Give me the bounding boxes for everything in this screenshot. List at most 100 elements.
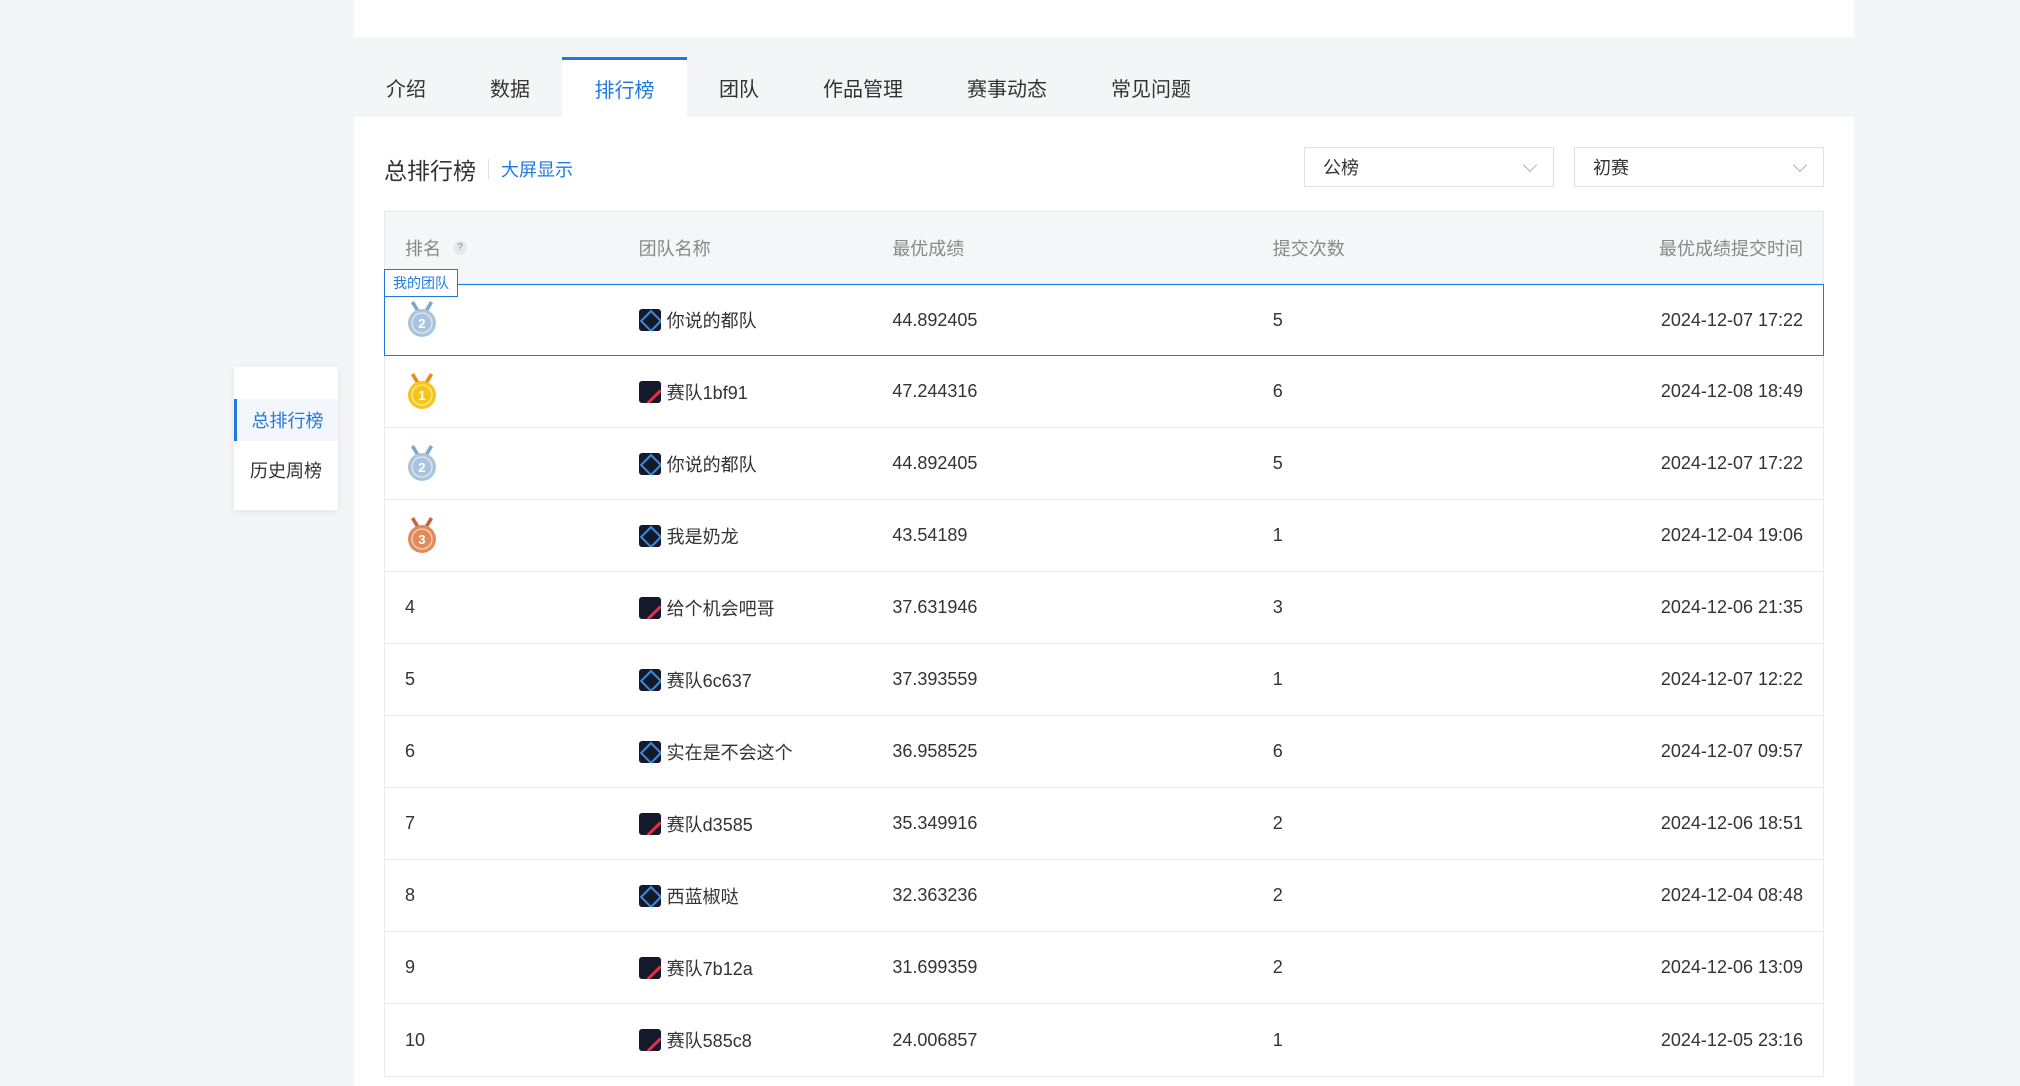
team-avatar — [638, 668, 661, 691]
team-name[interactable]: 赛队1bf91 — [667, 379, 748, 405]
team-avatar — [638, 524, 661, 547]
table-row[interactable]: 9 赛队7b12a 31.699359 2 2024-12-06 13:09 — [385, 932, 1823, 1004]
team-avatar — [638, 740, 661, 763]
submissions-cell: 5 — [1272, 453, 1283, 473]
page-title: 总排行榜 — [384, 158, 476, 184]
submissions-cell: 5 — [1272, 309, 1283, 330]
side-item-history-weekly[interactable]: 历史周榜 — [234, 449, 338, 491]
table-row[interactable]: 2 你说的都队 44.892405 5 2024-12-07 17:22 — [385, 428, 1823, 500]
team-avatar — [638, 812, 661, 835]
rank-number: 10 — [405, 1029, 426, 1050]
rank-cell: 8 — [385, 885, 639, 906]
score-cell: 47.244316 — [892, 381, 978, 401]
team-cell: 赛队6c637 — [638, 667, 893, 693]
team-avatar — [638, 380, 661, 403]
tab-news[interactable]: 赛事动态 — [935, 57, 1079, 117]
table-row[interactable]: 3 我是奶龙 43.54189 1 2024-12-04 19:06 — [385, 500, 1823, 572]
tab-leaderboard[interactable]: 排行榜 — [562, 57, 687, 117]
rank-cell: 6 — [385, 741, 639, 762]
team-avatar — [638, 1029, 661, 1051]
table-row[interactable]: 7 赛队d3585 35.349916 2 2024-12-06 18:51 — [385, 788, 1823, 860]
silver-medal-icon: 2 — [405, 301, 439, 339]
score-cell: 35.349916 — [892, 813, 978, 833]
score-cell: 43.54189 — [892, 525, 968, 545]
stage-select-value: 初赛 — [1593, 158, 1629, 178]
team-name[interactable]: 赛队d3585 — [667, 811, 753, 837]
side-item-overall[interactable]: 总排行榜 — [234, 399, 338, 441]
table-row[interactable]: 5 赛队6c637 37.393559 1 2024-12-07 12:22 — [385, 644, 1823, 716]
team-cell: 赛队7b12a — [638, 955, 893, 981]
table-row[interactable]: 10 赛队585c8 24.006857 1 2024-12-05 23:16 — [385, 1004, 1823, 1076]
bronze-medal-icon: 3 — [405, 516, 439, 555]
col-rank-label: 排名 — [405, 238, 441, 259]
score-cell: 32.363236 — [892, 885, 978, 905]
score-cell: 24.006857 — [892, 1029, 978, 1050]
svg-text:1: 1 — [418, 388, 425, 403]
chevron-down-icon — [1792, 157, 1808, 172]
time-cell: 2024-12-04 19:06 — [1660, 525, 1804, 545]
side-menu: 总排行榜 历史周榜 — [234, 367, 338, 510]
time-cell: 2024-12-07 17:22 — [1660, 453, 1804, 473]
team-name[interactable]: 你说的都队 — [667, 307, 757, 333]
team-cell: 实在是不会这个 — [638, 739, 893, 765]
team-name[interactable]: 赛队6c637 — [667, 667, 752, 693]
team-avatar — [638, 309, 661, 331]
table-row[interactable]: 6 实在是不会这个 36.958525 6 2024-12-07 09:57 — [385, 716, 1823, 788]
score-cell: 44.892405 — [892, 453, 978, 473]
stage-select[interactable]: 初赛 — [1574, 147, 1824, 187]
rank-number: 5 — [405, 669, 416, 689]
team-cell: 你说的都队 — [638, 307, 893, 333]
submissions-cell: 2 — [1272, 885, 1283, 905]
tab-data[interactable]: 数据 — [458, 57, 562, 117]
team-name[interactable]: 我是奶龙 — [667, 523, 739, 549]
table-row[interactable]: 1 赛队1bf91 47.244316 6 2024-12-08 18:49 — [385, 356, 1823, 428]
rank-cell: 1 — [385, 372, 639, 411]
leaderboard-panel: 总排行榜 大屏显示 公榜 初赛 排名 ? 团队名称 最优成绩 提交次数 最优成绩… — [354, 117, 1854, 1086]
time-cell: 2024-12-04 08:48 — [1660, 885, 1804, 905]
gold-medal-icon: 1 — [405, 372, 439, 411]
score-cell: 37.631946 — [892, 597, 978, 617]
team-name[interactable]: 赛队7b12a — [667, 955, 753, 981]
help-icon[interactable]: ? — [453, 240, 467, 255]
submissions-cell: 2 — [1272, 813, 1283, 833]
leaderboard-table: 排名 ? 团队名称 最优成绩 提交次数 最优成绩提交时间 我的团队 2 你说的都… — [384, 211, 1824, 1077]
bigscreen-link[interactable]: 大屏显示 — [501, 156, 573, 182]
team-name[interactable]: 西蓝椒哒 — [667, 883, 739, 909]
team-cell: 给个机会吧哥 — [638, 595, 893, 621]
submissions-cell: 6 — [1272, 381, 1283, 401]
rank-number: 4 — [405, 597, 416, 617]
team-avatar — [638, 452, 661, 475]
team-name[interactable]: 给个机会吧哥 — [667, 595, 775, 621]
team-cell: 我是奶龙 — [638, 523, 893, 549]
board-select[interactable]: 公榜 — [1304, 147, 1554, 187]
tab-submissions[interactable]: 作品管理 — [791, 57, 935, 117]
tab-faq[interactable]: 常见问题 — [1079, 57, 1223, 117]
time-cell: 2024-12-06 21:35 — [1660, 597, 1804, 617]
col-time: 最优成绩提交时间 — [1659, 238, 1804, 259]
tab-intro[interactable]: 介绍 — [354, 57, 458, 117]
rank-cell: 9 — [385, 957, 639, 978]
rank-cell: 10 — [385, 1030, 639, 1051]
col-rank: 排名 ? — [385, 235, 639, 261]
team-avatar — [638, 596, 661, 619]
table-row[interactable]: 8 西蓝椒哒 32.363236 2 2024-12-04 08:48 — [385, 860, 1823, 932]
submissions-cell: 3 — [1272, 597, 1283, 617]
team-name[interactable]: 赛队585c8 — [667, 1027, 752, 1053]
time-cell: 2024-12-08 18:49 — [1660, 381, 1804, 401]
team-name[interactable]: 实在是不会这个 — [667, 739, 793, 765]
time-cell: 2024-12-07 17:22 — [1660, 309, 1804, 330]
rank-number: 7 — [405, 813, 416, 833]
time-cell: 2024-12-05 23:16 — [1660, 1029, 1804, 1050]
team-cell: 你说的都队 — [638, 451, 893, 477]
score-cell: 36.958525 — [892, 741, 978, 761]
svg-text:3: 3 — [418, 532, 425, 547]
team-name[interactable]: 你说的都队 — [667, 451, 757, 477]
tab-team[interactable]: 团队 — [687, 57, 791, 117]
table-row[interactable]: 4 给个机会吧哥 37.631946 3 2024-12-06 21:35 — [385, 572, 1823, 644]
submissions-cell: 6 — [1272, 741, 1283, 761]
team-avatar — [638, 884, 661, 907]
tab-bar: 介绍 数据 排行榜 团队 作品管理 赛事动态 常见问题 — [354, 57, 1854, 117]
time-cell: 2024-12-07 12:22 — [1660, 669, 1804, 689]
time-cell: 2024-12-06 13:09 — [1660, 957, 1804, 977]
my-team-row[interactable]: 我的团队 2 你说的都队 44.892405 5 2024-12-07 17:2… — [384, 269, 1824, 356]
